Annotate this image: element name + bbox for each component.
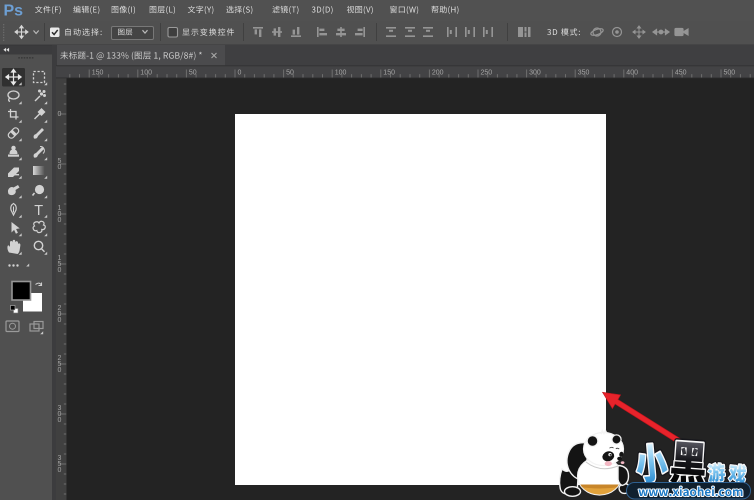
svg-text:500: 500 [724, 70, 736, 77]
svg-text:300: 300 [529, 70, 541, 77]
svg-text:350: 350 [578, 70, 590, 77]
svg-text:Ps: Ps [4, 3, 24, 20]
svg-text:0: 0 [58, 164, 62, 171]
svg-text:200: 200 [432, 70, 444, 77]
svg-text:100: 100 [140, 70, 152, 77]
svg-text:150: 150 [383, 70, 395, 77]
svg-text:250: 250 [481, 70, 493, 77]
svg-text:0: 0 [58, 217, 62, 224]
svg-text:50: 50 [286, 70, 294, 77]
svg-text:400: 400 [626, 70, 638, 77]
svg-text:0: 0 [58, 417, 62, 424]
svg-text:0: 0 [58, 111, 62, 118]
svg-text:450: 450 [675, 70, 687, 77]
svg-text:150: 150 [92, 70, 104, 77]
svg-text:0: 0 [58, 267, 62, 274]
svg-text:50: 50 [189, 70, 197, 77]
svg-text:0: 0 [58, 317, 62, 324]
svg-text:100: 100 [335, 70, 347, 77]
svg-text:0: 0 [238, 70, 242, 77]
svg-text:0: 0 [58, 367, 62, 374]
svg-text:T: T [34, 203, 43, 219]
svg-text:0: 0 [58, 467, 62, 474]
